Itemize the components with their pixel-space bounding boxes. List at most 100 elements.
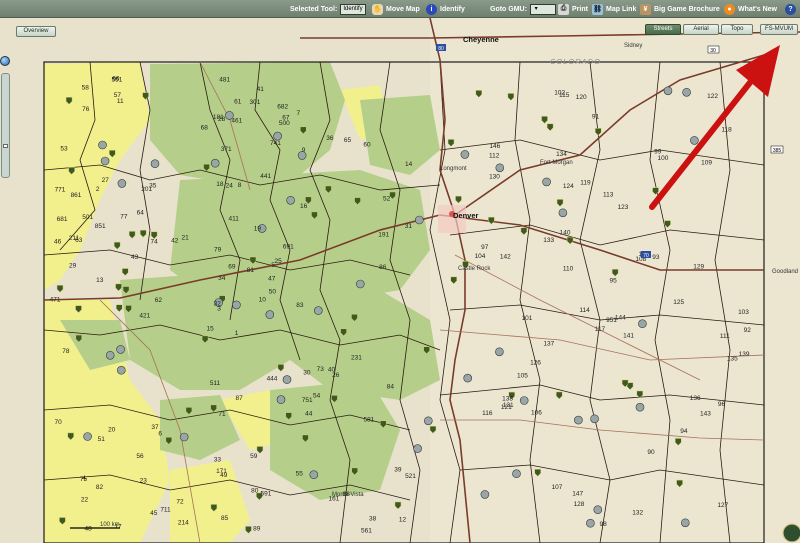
- gmu-label[interactable]: 500: [279, 120, 290, 127]
- gmu-label[interactable]: 681: [57, 216, 68, 223]
- gmu-label[interactable]: 37: [151, 424, 159, 431]
- gmu-label[interactable]: 91: [592, 114, 600, 121]
- gmu-label[interactable]: 114: [579, 307, 590, 314]
- gmu-label[interactable]: 47: [268, 276, 276, 283]
- gmu-label[interactable]: 129: [693, 263, 704, 270]
- gmu-label[interactable]: 48: [84, 526, 92, 533]
- gmu-label[interactable]: 126: [530, 359, 541, 366]
- gmu-label[interactable]: 16: [300, 203, 308, 210]
- gmu-label[interactable]: 211: [69, 235, 80, 242]
- gmu-label[interactable]: 79: [214, 247, 222, 254]
- gmu-label[interactable]: 105: [517, 373, 528, 380]
- gmu-label[interactable]: 421: [139, 313, 150, 320]
- gmu-label[interactable]: 94: [680, 428, 688, 435]
- gmu-label[interactable]: 20: [108, 427, 116, 434]
- gmu-label[interactable]: 128: [574, 501, 585, 508]
- gmu-label[interactable]: 44: [305, 410, 313, 417]
- gmu-label[interactable]: 181: [213, 114, 224, 121]
- goto-gmu-select[interactable]: ▾: [529, 3, 556, 15]
- camera-icon[interactable]: [460, 150, 470, 159]
- gmu-label[interactable]: 117: [595, 326, 606, 333]
- gmu-label[interactable]: 471: [50, 297, 61, 304]
- gmu-label[interactable]: 90: [647, 449, 655, 456]
- camera-icon[interactable]: [313, 306, 323, 315]
- camera-icon[interactable]: [635, 402, 645, 412]
- camera-icon[interactable]: [116, 345, 125, 354]
- gmu-label[interactable]: 15: [206, 325, 214, 332]
- gmu-label[interactable]: 65: [344, 137, 352, 144]
- gmu-label[interactable]: 30: [303, 369, 311, 376]
- gmu-label[interactable]: 54: [313, 393, 321, 400]
- gmu-label[interactable]: 444: [267, 376, 278, 383]
- gmu-label[interactable]: 201: [141, 186, 152, 193]
- gmu-label[interactable]: 137: [543, 341, 554, 348]
- gmu-label[interactable]: 951: [606, 317, 617, 324]
- gmu-label[interactable]: 18: [216, 181, 224, 188]
- gmu-label[interactable]: 32: [214, 301, 222, 308]
- move-map-button[interactable]: ✋ Move Map: [372, 0, 420, 18]
- gmu-label[interactable]: 7: [296, 110, 300, 117]
- basemap-aerial-button[interactable]: Aerial: [683, 24, 719, 35]
- gmu-label[interactable]: 23: [140, 477, 148, 484]
- gmu-label[interactable]: 71: [218, 411, 226, 418]
- selected-tool-select[interactable]: Identify: [340, 3, 366, 15]
- gmu-label[interactable]: 511: [210, 380, 221, 387]
- camera-icon[interactable]: [98, 140, 107, 150]
- gmu-label[interactable]: 115: [559, 92, 570, 99]
- camera-icon[interactable]: [586, 518, 595, 528]
- gmu-label[interactable]: 19: [254, 225, 262, 232]
- gmu-label[interactable]: 36: [326, 135, 334, 142]
- map-link-button[interactable]: ⛓ Map Link: [592, 0, 636, 18]
- gmu-label[interactable]: 74: [150, 239, 158, 246]
- gmu-label[interactable]: 50: [269, 288, 277, 295]
- gmu-label[interactable]: 112: [489, 153, 500, 160]
- camera-icon[interactable]: [83, 432, 92, 441]
- print-button[interactable]: ⎙ Print: [558, 0, 588, 18]
- gmu-label[interactable]: 501: [82, 214, 93, 221]
- gmu-label[interactable]: 741: [270, 140, 281, 147]
- gmu-label[interactable]: 481: [219, 77, 230, 84]
- gmu-label[interactable]: 147: [572, 491, 583, 498]
- gmu-label[interactable]: 120: [576, 94, 587, 101]
- gmu-label[interactable]: 64: [137, 210, 145, 217]
- gmu-label[interactable]: 682: [277, 104, 288, 111]
- gmu-label[interactable]: 33: [214, 457, 222, 464]
- gmu-label[interactable]: 119: [580, 179, 591, 186]
- gmu-label[interactable]: 93: [652, 254, 660, 261]
- gmu-label[interactable]: 22: [81, 496, 89, 503]
- camera-icon[interactable]: [542, 177, 551, 187]
- gmu-label[interactable]: 52: [383, 195, 391, 202]
- gmu-label[interactable]: 12: [399, 516, 407, 523]
- gmu-label[interactable]: 214: [178, 520, 189, 527]
- gmu-label[interactable]: 441: [260, 173, 271, 180]
- gmu-label[interactable]: 110: [563, 266, 574, 273]
- gmu-label[interactable]: 27: [102, 177, 110, 184]
- gmu-label[interactable]: 171: [216, 468, 227, 475]
- zoom-slider[interactable]: [1, 73, 10, 178]
- gmu-label[interactable]: 851: [95, 223, 106, 230]
- camera-icon[interactable]: [265, 310, 275, 319]
- camera-icon[interactable]: [179, 432, 189, 442]
- gmu-label[interactable]: 81: [247, 267, 255, 274]
- gmu-label[interactable]: 72: [176, 498, 184, 505]
- gmu-label[interactable]: 591: [260, 491, 271, 498]
- gmu-label[interactable]: 43: [131, 254, 139, 261]
- gmu-label[interactable]: 9: [302, 147, 306, 154]
- basemap-streets-button[interactable]: Streets: [645, 24, 681, 35]
- gmu-label[interactable]: 59: [250, 453, 258, 460]
- camera-icon[interactable]: [117, 179, 127, 188]
- gmu-label[interactable]: 57: [114, 92, 122, 99]
- gmu-label[interactable]: 131: [503, 402, 514, 409]
- gmu-label[interactable]: 771: [55, 187, 66, 194]
- gmu-label[interactable]: 89: [253, 525, 261, 532]
- gmu-label[interactable]: 521: [405, 473, 416, 480]
- gmu-label[interactable]: 38: [369, 516, 377, 523]
- gmu-label[interactable]: 97: [481, 244, 489, 251]
- gmu-label[interactable]: 25: [274, 258, 282, 265]
- gmu-label[interactable]: 109: [701, 159, 712, 166]
- gmu-label[interactable]: 98: [599, 521, 607, 528]
- camera-icon[interactable]: [355, 279, 365, 289]
- gmu-label[interactable]: 124: [563, 183, 574, 190]
- camera-icon[interactable]: [276, 395, 286, 404]
- gmu-label[interactable]: 83: [296, 302, 304, 309]
